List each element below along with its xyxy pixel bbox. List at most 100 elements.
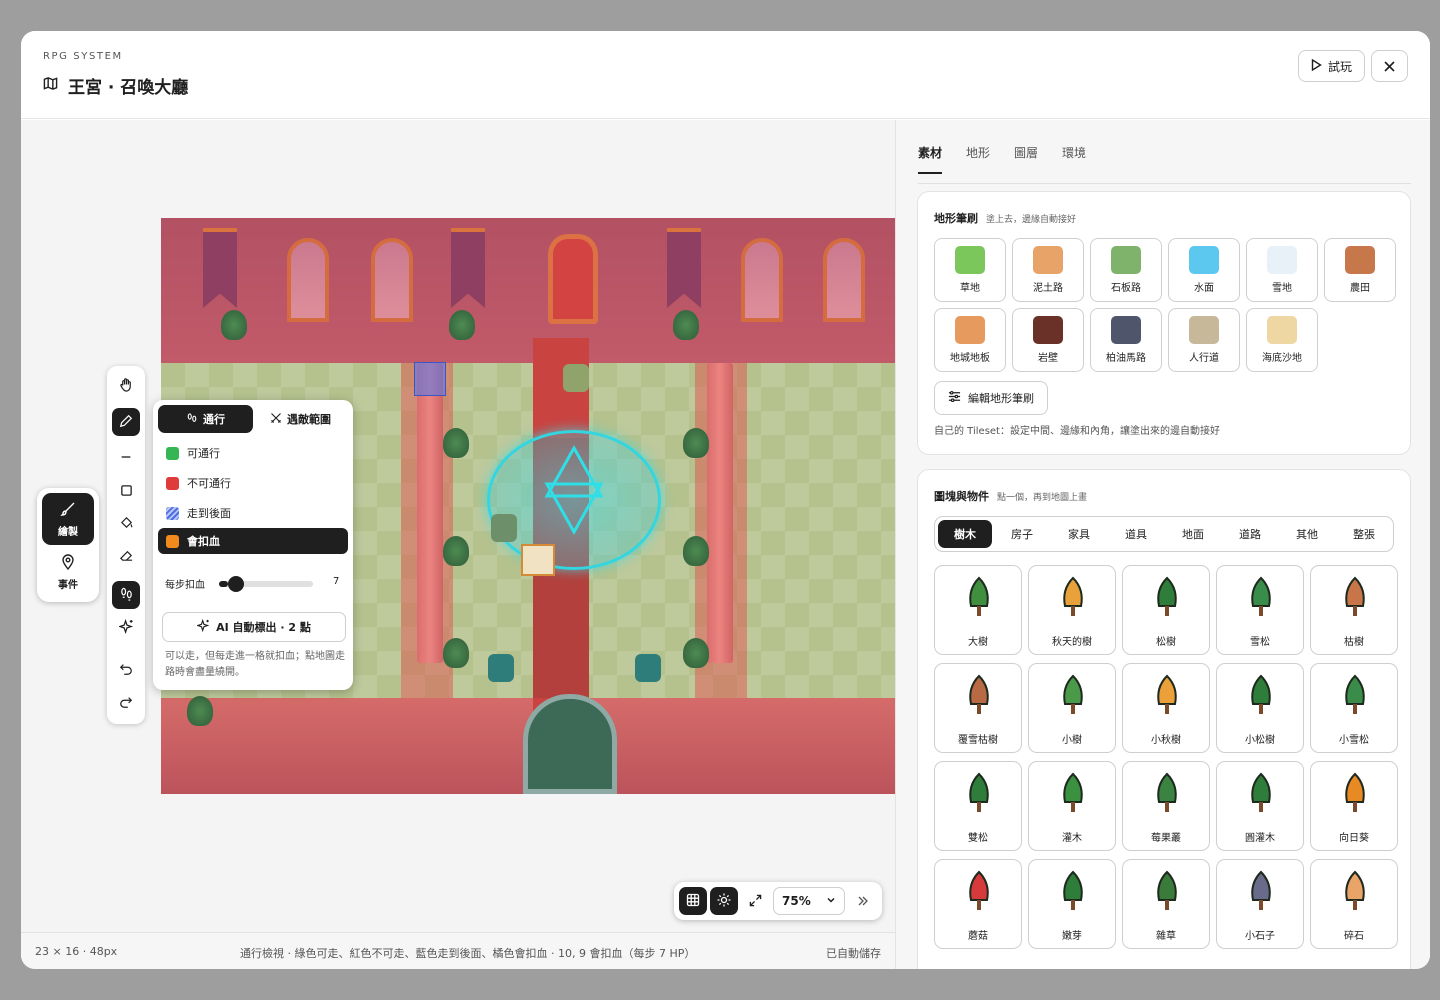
tab-assets[interactable]: 素材	[918, 144, 943, 174]
object-tile[interactable]: 覆雪枯樹	[934, 663, 1022, 753]
legend-blocked[interactable]: 不可通行	[158, 470, 348, 496]
object-tile[interactable]: 圓灌木	[1216, 761, 1304, 851]
terrain-brush[interactable]: 人行道	[1168, 308, 1240, 372]
object-tile[interactable]: 向日葵	[1310, 761, 1398, 851]
object-tile[interactable]: 灌木	[1028, 761, 1116, 851]
object-tile[interactable]: 小樹	[1028, 663, 1116, 753]
terrain-brush[interactable]: 柏油馬路	[1090, 308, 1162, 372]
terrain-swatch	[1033, 246, 1063, 274]
object-tile[interactable]: 雜草	[1122, 859, 1210, 949]
npc-sprite	[491, 514, 517, 542]
object-tile[interactable]: 大樹	[934, 565, 1022, 655]
castle-gate	[523, 694, 617, 794]
pencil-tool[interactable]	[112, 408, 140, 436]
terrain-card-subtitle: 塗上去，邊緣自動接好	[986, 215, 1077, 225]
ai-auto-mark-button[interactable]: AI 自動標出 · 2 點	[162, 612, 346, 642]
terrain-brush[interactable]: 泥土路	[1012, 238, 1084, 302]
footprints-icon	[119, 586, 134, 605]
object-sprite-icon	[1245, 868, 1277, 918]
terrain-brush-label: 水面	[1194, 283, 1214, 294]
hand-icon	[119, 377, 134, 396]
object-sprite-icon	[963, 574, 995, 624]
object-tile[interactable]: 雪松	[1216, 565, 1304, 655]
category-tab[interactable]: 其他	[1280, 520, 1334, 548]
passability-tool[interactable]	[112, 581, 140, 609]
terrain-brush[interactable]: 草地	[934, 238, 1006, 302]
view-toolbar: 75%	[674, 882, 882, 920]
category-tab[interactable]: 地面	[1166, 520, 1220, 548]
object-tile-label: 枯樹	[1344, 637, 1364, 648]
draw-mode-button[interactable]: 繪製	[42, 493, 94, 545]
eraser-tool[interactable]	[112, 543, 140, 571]
legend-passable[interactable]: 可通行	[158, 440, 348, 466]
double-chevron-right-icon	[857, 892, 869, 911]
blue-hatched-swatch	[166, 506, 179, 520]
tab-terrain[interactable]: 地形	[966, 144, 990, 174]
terrain-brush[interactable]: 雪地	[1246, 238, 1318, 302]
tab-environment[interactable]: 環境	[1062, 144, 1086, 174]
rectangle-tool[interactable]	[112, 477, 140, 505]
pan-tool[interactable]	[112, 372, 140, 400]
ai-sparkle-tool[interactable]	[112, 614, 140, 642]
tab-encounter-range[interactable]: 遇敵範圍	[253, 405, 348, 433]
zoom-select[interactable]: 75%	[773, 887, 845, 915]
canvas-area[interactable]: 繪製 事件 通行 遇敵範圍 可通行 不可通行 走到後面 會扣血 每步扣血 7 A…	[21, 120, 895, 932]
play-test-button[interactable]: 試玩	[1298, 50, 1365, 82]
close-button[interactable]	[1371, 50, 1408, 82]
crossed-swords-icon	[270, 412, 282, 427]
terrain-brush[interactable]: 海底沙地	[1246, 308, 1318, 372]
object-tile[interactable]: 小雪松	[1310, 663, 1398, 753]
redo-button[interactable]	[112, 689, 140, 717]
terrain-brush[interactable]: 地城地板	[934, 308, 1006, 372]
line-tool[interactable]	[112, 444, 140, 472]
lighting-toggle[interactable]	[710, 887, 738, 915]
legend-walk-behind-label: 走到後面	[187, 507, 231, 520]
object-tile[interactable]: 雙松	[934, 761, 1022, 851]
terrain-brush-label: 雪地	[1272, 283, 1292, 294]
category-tab[interactable]: 道路	[1223, 520, 1277, 548]
object-sprite-icon	[1057, 770, 1089, 820]
object-tile[interactable]: 枯樹	[1310, 565, 1398, 655]
fill-tool[interactable]	[112, 510, 140, 538]
object-sprite-icon	[1245, 672, 1277, 722]
event-mode-button[interactable]: 事件	[42, 548, 94, 596]
fit-view-button[interactable]	[741, 887, 769, 915]
orange-swatch	[166, 534, 179, 548]
tab-layers[interactable]: 圖層	[1014, 144, 1038, 174]
edit-terrain-brush-button[interactable]: 編輯地形筆刷	[934, 381, 1048, 415]
object-tile[interactable]: 小松樹	[1216, 663, 1304, 753]
slider-knob[interactable]	[228, 576, 245, 592]
terrain-card-header: 地形筆刷 塗上去，邊緣自動接好	[934, 210, 1076, 226]
object-tile[interactable]: 秋天的樹	[1028, 565, 1116, 655]
object-tile[interactable]: 蘑菇	[934, 859, 1022, 949]
expand-panel-button[interactable]	[849, 887, 877, 915]
zoom-value: 75%	[782, 894, 811, 908]
object-tile[interactable]: 莓果叢	[1122, 761, 1210, 851]
category-tab[interactable]: 樹木	[938, 520, 992, 548]
category-tab[interactable]: 家具	[1052, 520, 1106, 548]
grid-toggle[interactable]	[679, 887, 707, 915]
legend-damage[interactable]: 會扣血	[158, 528, 348, 554]
undo-button[interactable]	[112, 656, 140, 684]
terrain-swatch	[1111, 246, 1141, 274]
map-icon	[43, 76, 58, 95]
terrain-brush[interactable]: 岩壁	[1012, 308, 1084, 372]
terrain-brush[interactable]: 農田	[1324, 238, 1396, 302]
object-tile[interactable]: 松樹	[1122, 565, 1210, 655]
object-tile[interactable]: 小秋樹	[1122, 663, 1210, 753]
legend-walk-behind[interactable]: 走到後面	[158, 500, 348, 526]
terrain-brush-label: 海底沙地	[1262, 353, 1302, 364]
terrain-brush[interactable]: 石板路	[1090, 238, 1162, 302]
damage-slider[interactable]	[219, 576, 313, 592]
terrain-brush[interactable]: 水面	[1168, 238, 1240, 302]
object-tile[interactable]: 小石子	[1216, 859, 1304, 949]
category-tab[interactable]: 整張	[1337, 520, 1391, 548]
sliders-icon	[948, 390, 961, 406]
object-sprite-icon	[1151, 672, 1183, 722]
object-tile[interactable]: 碎石	[1310, 859, 1398, 949]
tab-encounter-label: 遇敵範圍	[287, 413, 331, 426]
category-tab[interactable]: 道具	[1109, 520, 1163, 548]
tab-passability[interactable]: 通行	[158, 405, 253, 433]
object-tile[interactable]: 嫩芽	[1028, 859, 1116, 949]
category-tab[interactable]: 房子	[995, 520, 1049, 548]
